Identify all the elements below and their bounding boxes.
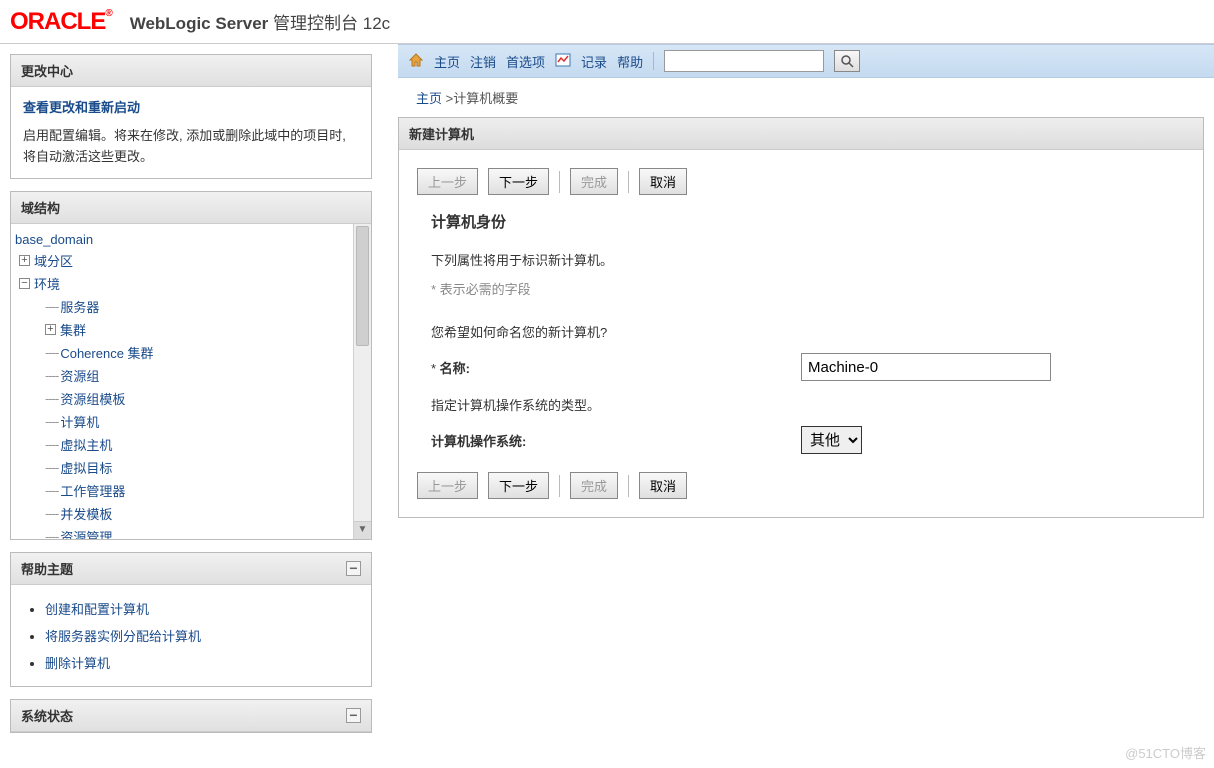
back-button[interactable]: 上一步 — [417, 472, 478, 499]
toolbar-home[interactable]: 主页 — [434, 52, 460, 71]
record-icon[interactable] — [555, 53, 571, 70]
app-title: WebLogic Server 管理控制台 12c — [130, 9, 390, 34]
tree-root-link[interactable]: base_domain — [15, 232, 93, 247]
breadcrumb-home[interactable]: 主页 — [416, 91, 442, 106]
tree-node[interactable]: 工作管理器 — [60, 481, 125, 500]
os-prompt: 指定计算机操作系统的类型。 — [431, 389, 1185, 418]
tree-node[interactable]: 资源组模板 — [60, 389, 125, 408]
tree-node[interactable]: 域分区 — [34, 251, 73, 270]
section-title: 计算机身份 — [431, 211, 1185, 232]
content-panel: 新建计算机 上一步 下一步 完成 取消 计算机身份 下列属性将用于标识新计算机。… — [398, 117, 1204, 518]
finish-button[interactable]: 完成 — [570, 168, 618, 195]
tree-node[interactable]: 计算机 — [60, 412, 99, 431]
collapse-icon[interactable]: − — [346, 561, 361, 576]
toolbar: 主页 注销 首选项 记录 帮助 — [398, 44, 1214, 78]
content-title: 新建计算机 — [399, 118, 1203, 150]
cancel-button[interactable]: 取消 — [639, 472, 687, 499]
breadcrumbs: 主页 >计算机概要 — [398, 78, 1214, 117]
cancel-button[interactable]: 取消 — [639, 168, 687, 195]
tree-node[interactable]: 环境 — [34, 274, 60, 293]
help-link[interactable]: 删除计算机 — [45, 656, 110, 671]
os-select[interactable]: 其他 — [801, 426, 862, 454]
toolbar-prefs[interactable]: 首选项 — [506, 52, 545, 71]
view-changes-link[interactable]: 查看更改和重新启动 — [23, 100, 140, 115]
section-desc: 下列属性将用于标识新计算机。 — [431, 244, 1185, 273]
name-label: 名称: — [431, 358, 801, 377]
change-center-title: 更改中心 — [11, 55, 371, 87]
home-icon[interactable] — [408, 52, 424, 71]
next-button[interactable]: 下一步 — [488, 472, 549, 499]
tree-node[interactable]: 虚拟目标 — [60, 458, 112, 477]
name-prompt: 您希望如何命名您的新计算机? — [431, 316, 1185, 345]
change-center-panel: 更改中心 查看更改和重新启动 启用配置编辑。将来在修改, 添加或删除此域中的项目… — [10, 54, 372, 179]
left-column: 更改中心 查看更改和重新启动 启用配置编辑。将来在修改, 添加或删除此域中的项目… — [0, 44, 380, 768]
tree-node[interactable]: 资源管理 — [60, 527, 112, 539]
help-link[interactable]: 创建和配置计算机 — [45, 602, 149, 617]
header: ORACLE® WebLogic Server 管理控制台 12c — [0, 0, 1214, 44]
collapse-icon[interactable]: − — [346, 708, 361, 723]
next-button[interactable]: 下一步 — [488, 168, 549, 195]
tree-toggle-icon[interactable]: + — [45, 324, 56, 335]
tree-node[interactable]: 并发模板 — [60, 504, 112, 523]
toolbar-logout[interactable]: 注销 — [470, 52, 496, 71]
search-button[interactable] — [834, 50, 860, 72]
watermark: @51CTO博客 — [1125, 743, 1206, 762]
search-input[interactable] — [664, 50, 824, 72]
finish-button[interactable]: 完成 — [570, 472, 618, 499]
help-link[interactable]: 将服务器实例分配给计算机 — [45, 629, 201, 644]
right-column: 主页 注销 首选项 记录 帮助 主页 >计算机概要 新建计算机 — [380, 44, 1214, 768]
name-input[interactable] — [801, 353, 1051, 381]
help-panel: 帮助主题 − 创建和配置计算机将服务器实例分配给计算机删除计算机 — [10, 552, 372, 687]
button-row-top: 上一步 下一步 完成 取消 — [417, 162, 1185, 201]
domain-structure-title: 域结构 — [11, 192, 371, 224]
status-panel: 系统状态 − — [10, 699, 372, 733]
tree-node[interactable]: Coherence 集群 — [60, 343, 153, 362]
button-row-bottom: 上一步 下一步 完成 取消 — [417, 466, 1185, 505]
tree-node[interactable]: 资源组 — [60, 366, 99, 385]
tree-node[interactable]: 服务器 — [60, 297, 99, 316]
tree-node[interactable]: 集群 — [60, 320, 86, 339]
os-label: 计算机操作系统: — [431, 431, 801, 450]
back-button[interactable]: 上一步 — [417, 168, 478, 195]
change-center-text: 启用配置编辑。将来在修改, 添加或删除此域中的项目时, 将自动激活这些更改。 — [23, 126, 359, 168]
help-title: 帮助主题 — [21, 559, 73, 578]
tree-node[interactable]: 虚拟主机 — [60, 435, 112, 454]
tree-toggle-icon[interactable]: + — [19, 255, 30, 266]
domain-tree[interactable]: base_domain+域分区−环境----服务器+集群----Coherenc… — [11, 224, 371, 539]
breadcrumb-current: 计算机概要 — [453, 91, 518, 106]
toolbar-record[interactable]: 记录 — [581, 52, 607, 71]
status-title: 系统状态 — [21, 706, 73, 725]
search-icon — [840, 54, 854, 68]
toolbar-help[interactable]: 帮助 — [617, 52, 643, 71]
oracle-logo: ORACLE® — [10, 8, 112, 36]
required-note: * 表示必需的字段 — [431, 279, 1185, 298]
tree-scrollbar[interactable]: ▲ ▼ — [353, 224, 371, 539]
domain-structure-panel: 域结构 base_domain+域分区−环境----服务器+集群----Cohe… — [10, 191, 372, 540]
tree-toggle-icon[interactable]: − — [19, 278, 30, 289]
